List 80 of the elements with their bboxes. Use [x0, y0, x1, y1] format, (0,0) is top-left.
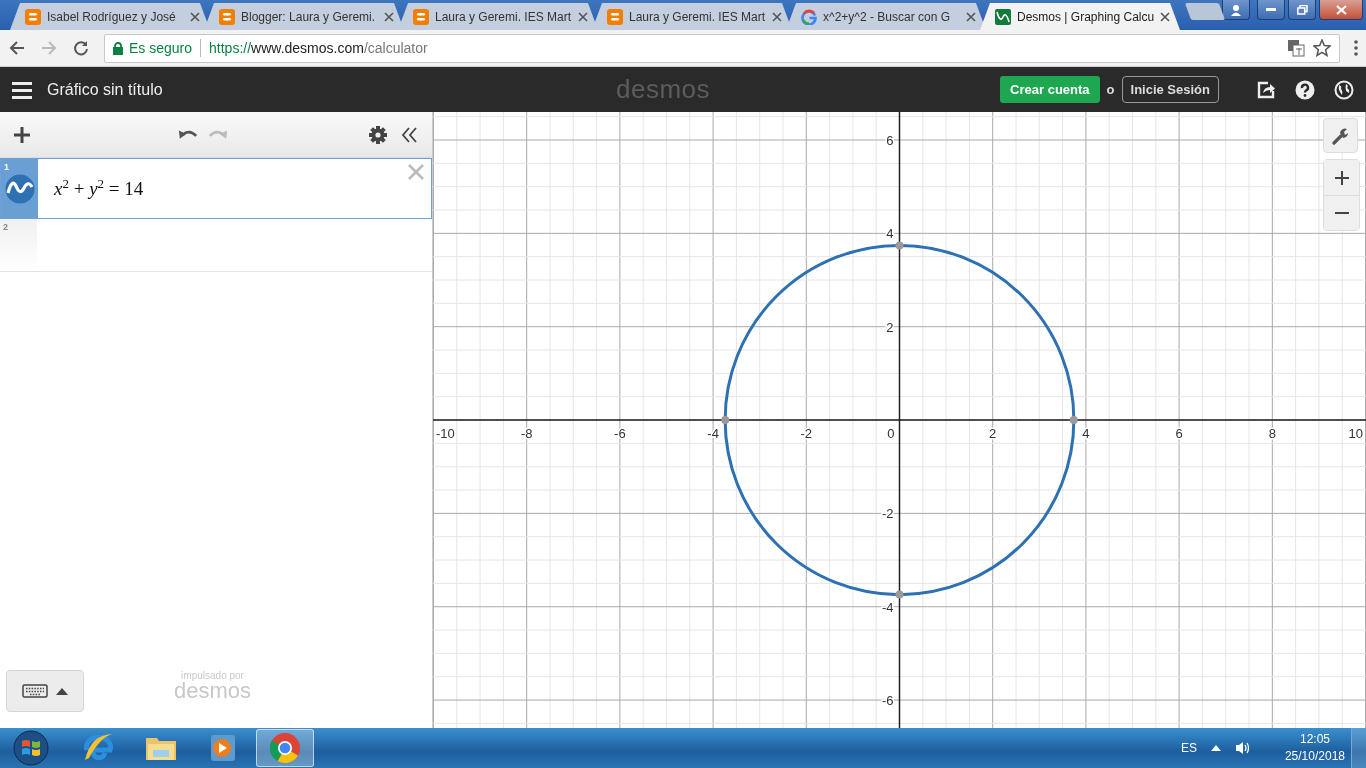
lock-icon	[113, 41, 123, 55]
tick-label: -2	[800, 426, 813, 442]
close-icon[interactable]	[578, 11, 588, 22]
line-number: 2	[3, 222, 8, 232]
bookmark-star-icon[interactable]	[1313, 39, 1331, 57]
back-icon[interactable]	[8, 39, 26, 57]
reload-icon[interactable]	[72, 39, 90, 57]
translate-icon[interactable]	[1287, 39, 1305, 57]
intercept-point[interactable]	[895, 241, 904, 250]
tick-label: 8	[1268, 426, 1276, 442]
tick-label: -4	[881, 599, 894, 615]
address-bar[interactable]: Es seguro https://www.desmos.com/calculator	[104, 33, 1340, 63]
wrench-icon	[1331, 126, 1350, 145]
user-icon	[1230, 3, 1242, 16]
close-button[interactable]	[1319, 0, 1363, 20]
minimize-button[interactable]	[1257, 0, 1285, 20]
intercept-point[interactable]	[1069, 416, 1078, 425]
graph-toggle-icon[interactable]	[4, 174, 35, 204]
clock-date[interactable]: 25/10/2018	[1284, 748, 1345, 765]
chrome-icon	[267, 730, 303, 766]
expression-row[interactable]: 1 x$^{2}$ + y$^{2}$ = 14	[0, 158, 432, 219]
line-number: 1	[4, 162, 9, 172]
keyboard-button[interactable]	[6, 670, 84, 712]
tick-label: 6	[1175, 426, 1183, 442]
plus-icon	[1333, 169, 1350, 186]
tick-label: 2	[886, 319, 894, 335]
google-icon	[801, 8, 817, 25]
graph-title: Gráfico sin título	[47, 80, 164, 99]
tick-label: -6	[881, 693, 894, 709]
user-button[interactable]	[1222, 0, 1250, 20]
caret-up-icon	[56, 687, 68, 695]
maximize-button[interactable]	[1288, 0, 1316, 20]
browser-tab[interactable]: Desmos | Graphing Calcu	[980, 3, 1180, 30]
origin-label: 0	[887, 426, 895, 442]
clock-time[interactable]: 12:05	[1299, 731, 1330, 748]
speaker-icon[interactable]	[1234, 741, 1251, 755]
keyboard-icon	[22, 684, 48, 698]
tick-label: 2	[989, 426, 997, 442]
maximize-icon	[1296, 4, 1308, 15]
show-hidden-icons-icon[interactable]	[1210, 745, 1221, 751]
close-icon[interactable]	[966, 11, 976, 22]
login-button[interactable]: Inicie Sesión	[1121, 76, 1219, 103]
tick-label: -6	[614, 426, 626, 442]
blogger-icon	[413, 8, 429, 25]
tick-label: 4	[1082, 426, 1090, 442]
language-indicator[interactable]: ES	[1180, 741, 1197, 755]
blogger-icon	[25, 8, 41, 25]
close-icon[interactable]	[190, 11, 200, 22]
menu-icon[interactable]	[1354, 40, 1358, 56]
intercept-point[interactable]	[721, 416, 730, 425]
settings-icon[interactable]	[368, 124, 388, 145]
close-icon	[1335, 4, 1347, 15]
share-icon[interactable]	[1256, 79, 1276, 100]
blogger-icon	[607, 8, 623, 25]
minimize-icon	[1266, 7, 1276, 12]
close-icon[interactable]	[772, 11, 782, 22]
security-label: Es seguro	[129, 40, 193, 56]
menu-icon[interactable]	[12, 80, 32, 99]
or-label: o	[1106, 82, 1115, 97]
zoom-out-button[interactable]	[1324, 195, 1359, 230]
tick-label: 6	[886, 133, 894, 148]
tick-label: -8	[520, 426, 533, 442]
add-icon[interactable]	[12, 124, 32, 145]
minus-icon	[1333, 212, 1350, 214]
tick-label: -10	[436, 426, 455, 442]
graph-icon	[995, 8, 1011, 25]
tick-label: -4	[707, 426, 719, 442]
blogger-icon	[219, 8, 235, 25]
close-icon[interactable]	[384, 11, 394, 22]
taskbar-button[interactable]	[256, 729, 314, 767]
tick-label: 10	[1348, 426, 1363, 442]
tick-label: -2	[881, 506, 894, 522]
globe-icon[interactable]	[1334, 79, 1354, 100]
url-text: https://www.desmos.com/calculator	[209, 40, 429, 56]
help-icon[interactable]	[1295, 79, 1315, 100]
intercept-point[interactable]	[895, 590, 904, 599]
settings-wrench-button[interactable]	[1323, 118, 1358, 153]
math-expression[interactable]: x$^{2}$ + y$^{2}$ = 14	[54, 176, 144, 201]
close-icon[interactable]	[1160, 11, 1170, 22]
tick-label: 4	[886, 226, 894, 242]
